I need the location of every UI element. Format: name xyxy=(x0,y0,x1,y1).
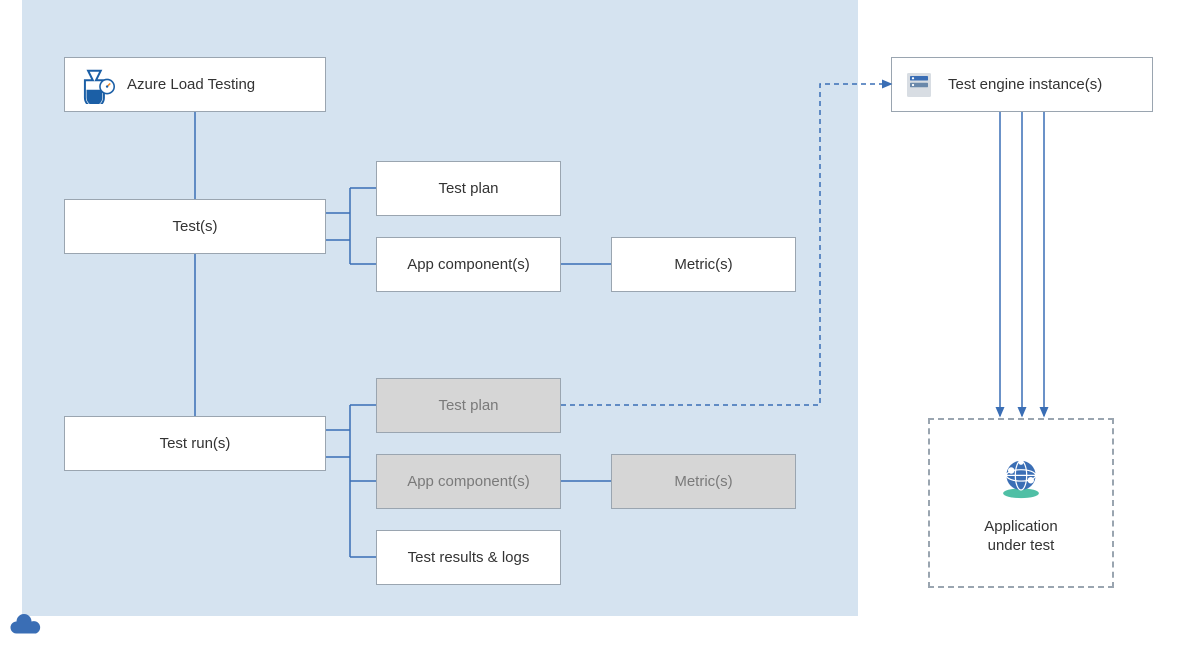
node-test-runs: Test run(s) xyxy=(64,416,326,471)
node-label-group: Application under test xyxy=(984,517,1057,556)
node-label: Test run(s) xyxy=(160,434,231,454)
node-metrics: Metric(s) xyxy=(611,237,796,292)
node-app-components: App component(s) xyxy=(376,237,561,292)
web-app-icon xyxy=(995,451,1047,503)
node-metrics-snapshot: Metric(s) xyxy=(611,454,796,509)
node-test-plan: Test plan xyxy=(376,161,561,216)
node-tests: Test(s) xyxy=(64,199,326,254)
node-application-under-test: Application under test xyxy=(928,418,1114,588)
node-label: Metric(s) xyxy=(674,255,732,275)
node-azure-load-testing: Azure Load Testing xyxy=(64,57,326,112)
load-testing-icon xyxy=(77,66,115,104)
cloud-icon xyxy=(6,614,42,638)
node-label: Metric(s) xyxy=(674,472,732,492)
node-test-plan-snapshot: Test plan xyxy=(376,378,561,433)
node-label: Test plan xyxy=(438,396,498,416)
node-test-engine: Test engine instance(s) xyxy=(891,57,1153,112)
node-test-results: Test results & logs xyxy=(376,530,561,585)
node-label: Test results & logs xyxy=(408,548,530,568)
node-label: App component(s) xyxy=(407,255,530,275)
node-label-line1: Application xyxy=(984,517,1057,537)
node-label: App component(s) xyxy=(407,472,530,492)
server-icon xyxy=(904,70,934,100)
node-label: Test plan xyxy=(438,179,498,199)
diagram-canvas: Azure Load Testing Test(s) Test plan App… xyxy=(0,0,1199,651)
node-label: Test engine instance(s) xyxy=(948,75,1102,95)
node-app-components-snapshot: App component(s) xyxy=(376,454,561,509)
node-label: Azure Load Testing xyxy=(127,75,255,95)
node-label-line2: under test xyxy=(984,536,1057,556)
node-label: Test(s) xyxy=(173,217,218,237)
